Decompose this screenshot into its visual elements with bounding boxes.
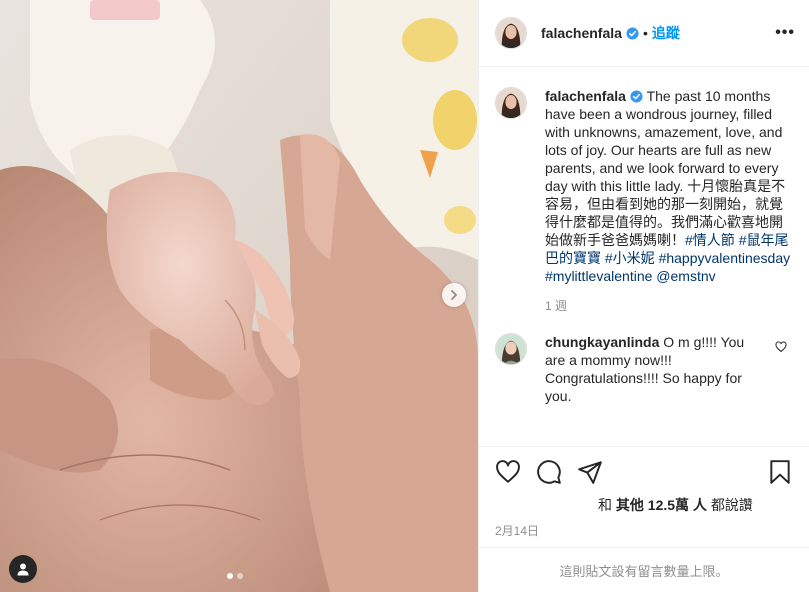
comments-list: falachenfala The past 10 months have bee… [479, 67, 809, 446]
caption-username[interactable]: falachenfala [545, 88, 626, 104]
post-actions: 和 其他 12.5萬 人 都說讚 2月14日 這則貼文設有留言數量上限。 [479, 446, 809, 592]
chevron-right-icon [451, 290, 458, 300]
author-avatar[interactable] [495, 17, 527, 49]
user-tag-icon [17, 563, 29, 576]
reply-username[interactable]: chungkayanlinda [545, 334, 659, 350]
reply-avatar[interactable] [495, 333, 527, 365]
instagram-post: falachenfala • 追蹤 ••• falachenfala The p… [0, 0, 809, 592]
likes-suffix: 都說讚 [710, 497, 753, 513]
heart-icon[interactable] [495, 459, 521, 485]
carousel-indicator [227, 573, 243, 579]
comments-limited-notice: 這則貼文設有留言數量上限。 [479, 547, 809, 592]
post-header: falachenfala • 追蹤 ••• [479, 0, 809, 67]
carousel-dot [237, 573, 243, 579]
caption-comment: falachenfala The past 10 months have bee… [495, 87, 793, 315]
caption-text: The past 10 months have been a wondrous … [545, 88, 786, 248]
user-tags-button[interactable] [9, 555, 37, 583]
carousel-dot-active [227, 573, 233, 579]
more-options-button[interactable]: ••• [775, 24, 795, 42]
header-separator: • [642, 25, 648, 41]
save-icon[interactable] [767, 459, 793, 485]
caption-body: falachenfala The past 10 months have bee… [545, 87, 793, 315]
caption-avatar[interactable] [495, 87, 527, 119]
verified-badge-icon [630, 90, 643, 103]
reply-body: chungkayanlinda O m g!!!! You are a momm… [545, 333, 759, 405]
hashtag-link[interactable]: #情人節 [685, 232, 735, 248]
verified-badge-icon [626, 26, 639, 40]
reply-comment: chungkayanlinda O m g!!!! You are a momm… [495, 333, 793, 405]
caption-timestamp[interactable]: 1 週 [545, 297, 793, 315]
hashtag-link[interactable]: #happyvalentinesday [659, 250, 791, 266]
author-username[interactable]: falachenfala [541, 25, 622, 41]
action-bar [495, 459, 793, 485]
comment-like-heart-icon[interactable] [775, 341, 787, 353]
likes-count-link[interactable]: 其他 12.5萬 人 [616, 497, 707, 513]
comment-icon[interactable] [536, 459, 562, 485]
likes-prefix: 和 [598, 497, 612, 513]
carousel-next-button[interactable] [442, 283, 466, 307]
post-photo [0, 0, 478, 592]
post-panel: falachenfala • 追蹤 ••• falachenfala The p… [478, 0, 809, 592]
post-media [0, 0, 478, 592]
hashtag-link[interactable]: #小米妮 [605, 250, 655, 266]
share-icon[interactable] [577, 459, 603, 485]
post-date[interactable]: 2月14日 [495, 522, 539, 539]
likes-summary: 和 其他 12.5萬 人 都說讚 [598, 495, 753, 515]
hashtag-link[interactable]: #mylittlevalentine [545, 268, 652, 284]
follow-button[interactable]: 追蹤 [652, 23, 680, 43]
mention-link[interactable]: @emstnv [656, 268, 715, 284]
